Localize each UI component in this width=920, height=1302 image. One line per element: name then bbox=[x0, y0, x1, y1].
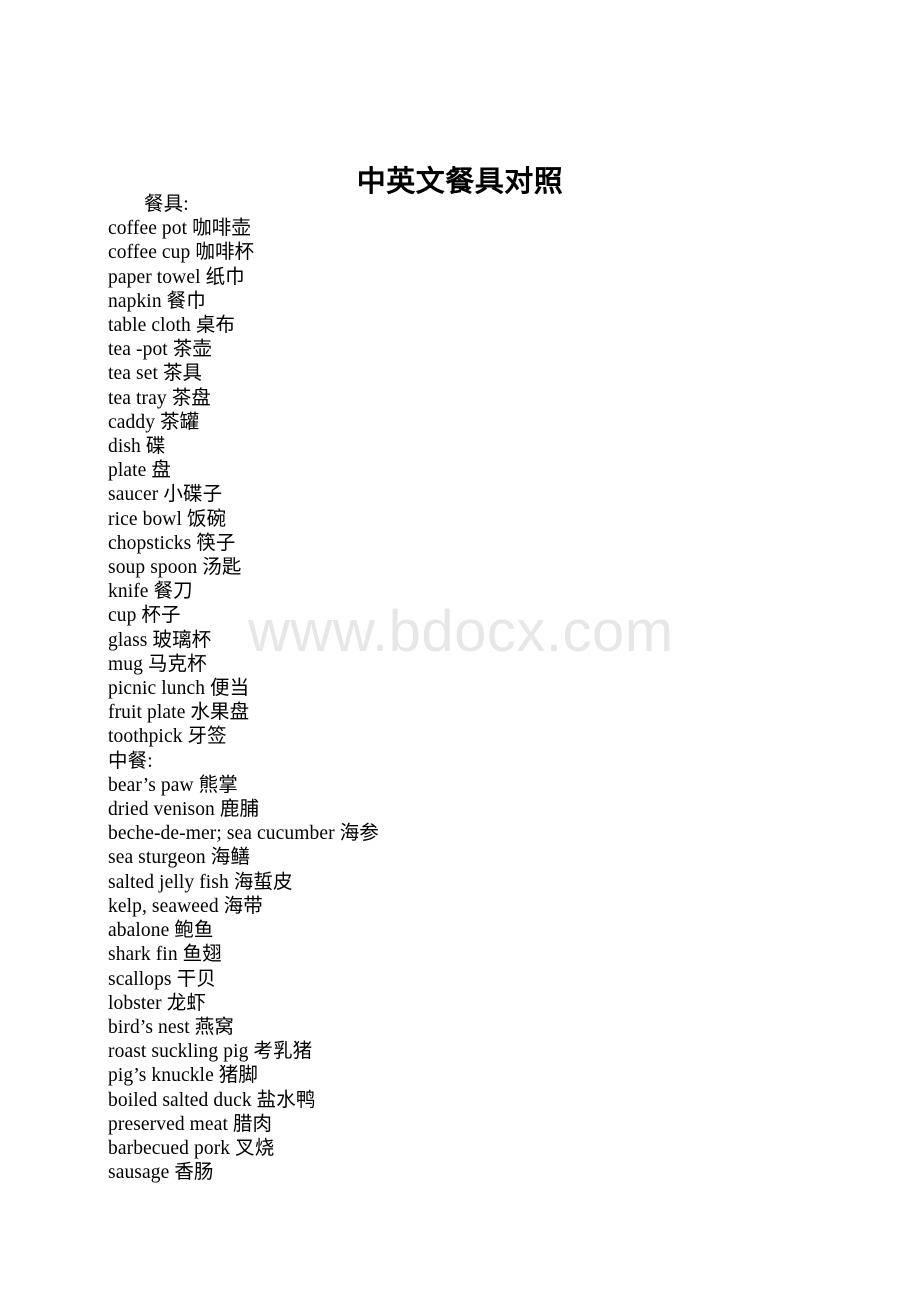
list-item: roast suckling pig 考乳猪 bbox=[108, 1041, 313, 1063]
list-item: picnic lunch 便当 bbox=[108, 678, 250, 700]
list-item: sausage 香肠 bbox=[108, 1162, 214, 1184]
glossary-list: 餐具: coffee pot 咖啡壶 coffee cup 咖啡杯 paper tow… bbox=[108, 193, 868, 1185]
list-item: lobster 龙虾 bbox=[108, 992, 206, 1014]
list-item: tea tray 茶盘 bbox=[108, 387, 211, 409]
list-item: kelp, seaweed 海带 bbox=[108, 895, 263, 917]
list-item: mug 马克杯 bbox=[108, 653, 207, 675]
list-item: tea set 茶具 bbox=[108, 363, 203, 385]
list-item: 餐具: bbox=[144, 194, 189, 215]
document-page: www.bdocx.com 中英文餐具对照 餐具: coffee pot 咖啡壶 c… bbox=[0, 0, 920, 1302]
list-item: toothpick 牙签 bbox=[108, 726, 227, 748]
list-item: soup spoon 汤匙 bbox=[108, 557, 242, 579]
list-item: bird’s nest 燕窝 bbox=[108, 1016, 234, 1038]
list-item: coffee cup 咖啡杯 bbox=[108, 242, 255, 264]
list-item: knife 餐刀 bbox=[108, 581, 193, 603]
list-item: beche-de-mer; sea cucumber 海参 bbox=[108, 823, 379, 845]
list-item: bear’s paw 熊掌 bbox=[108, 774, 238, 796]
list-item: dish 碟 bbox=[108, 436, 166, 458]
list-item: preserved meat 腊肉 bbox=[108, 1113, 273, 1135]
list-item: napkin 餐巾 bbox=[108, 290, 206, 312]
list-item: table cloth 桌布 bbox=[108, 315, 236, 337]
list-item: saucer 小碟子 bbox=[108, 484, 223, 506]
list-item: scallops 干贝 bbox=[108, 968, 216, 990]
list-item: sea sturgeon 海鳝 bbox=[108, 847, 250, 869]
list-item: fruit plate 水果盘 bbox=[108, 702, 250, 724]
list-item: caddy 茶罐 bbox=[108, 411, 200, 433]
list-item: shark fin 鱼翅 bbox=[108, 944, 222, 966]
list-item: glass 玻璃杯 bbox=[108, 629, 212, 651]
list-item: salted jelly fish 海蜇皮 bbox=[108, 871, 293, 893]
list-item: cup 杯子 bbox=[108, 605, 181, 627]
list-item: 中餐: bbox=[108, 750, 153, 772]
list-item: pig’s knuckle 猪脚 bbox=[108, 1065, 259, 1087]
list-item: tea -pot 茶壶 bbox=[108, 339, 212, 361]
list-item: boiled salted duck 盐水鸭 bbox=[108, 1089, 316, 1111]
list-item: coffee pot 咖啡壶 bbox=[108, 218, 251, 240]
list-item: abalone 鲍鱼 bbox=[108, 920, 214, 942]
list-item: paper towel 纸巾 bbox=[108, 266, 245, 288]
list-item: barbecued pork 叉烧 bbox=[108, 1137, 275, 1159]
list-item: plate 盘 bbox=[108, 460, 171, 482]
list-item: dried venison 鹿脯 bbox=[108, 799, 260, 821]
list-item: rice bowl 饭碗 bbox=[108, 508, 227, 530]
list-item: chopsticks 筷子 bbox=[108, 532, 236, 554]
